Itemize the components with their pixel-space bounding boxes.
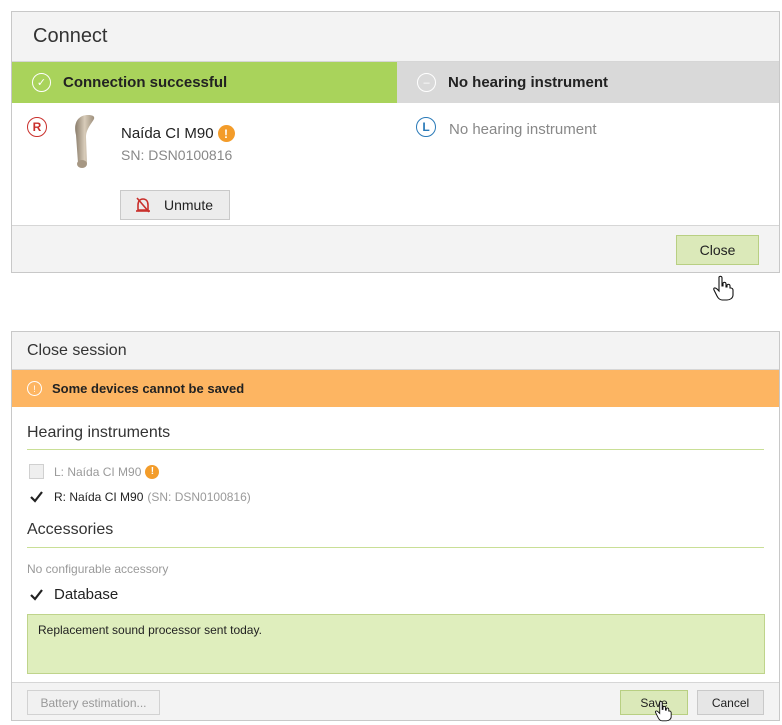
notes-textarea[interactable]: Replacement sound processor sent today. xyxy=(27,614,765,674)
warning-icon: ! xyxy=(27,381,42,396)
session-title: Close session xyxy=(12,332,779,370)
status-no-instrument: – No hearing instrument xyxy=(397,62,779,103)
accessories-empty: No configurable accessory xyxy=(27,562,169,576)
cancel-button[interactable]: Cancel xyxy=(697,690,764,715)
warning-text: Some devices cannot be saved xyxy=(52,381,245,396)
session-footer: Battery estimation... Save Cancel xyxy=(12,682,779,720)
status-left-text: Connection successful xyxy=(63,74,228,91)
close-session-dialog: Close session ! Some devices cannot be s… xyxy=(11,331,780,721)
connect-footer: Close xyxy=(12,225,779,272)
left-device-row: L: Naída CI M90 ! xyxy=(29,464,160,479)
section-divider xyxy=(27,547,764,548)
left-empty-text: No hearing instrument xyxy=(449,121,597,138)
warning-bar: ! Some devices cannot be saved xyxy=(12,370,779,407)
right-device-name: Naída CI M90 ! xyxy=(121,125,235,142)
right-side-icon: R xyxy=(27,117,47,137)
right-device-serial: SN: DSN0100816 xyxy=(121,147,233,163)
database-row: Database xyxy=(29,586,118,603)
checkmark-icon xyxy=(30,491,43,503)
right-device-row: R: Naída CI M90 (SN: DSN0100816) xyxy=(29,489,251,504)
hand-cursor-icon xyxy=(713,275,734,301)
connection-status-bar: ✓ Connection successful – No hearing ins… xyxy=(12,62,779,103)
right-device-checkbox[interactable] xyxy=(29,489,44,504)
unmute-label: Unmute xyxy=(164,197,214,213)
left-device-checkbox[interactable] xyxy=(29,464,44,479)
battery-estimation-button[interactable]: Battery estimation... xyxy=(27,690,160,715)
mute-icon xyxy=(136,197,150,213)
accessories-header: Accessories xyxy=(27,521,114,538)
warning-icon: ! xyxy=(217,125,235,142)
warning-icon: ! xyxy=(145,464,160,479)
right-device-label: R: Naída CI M90 xyxy=(54,489,144,504)
close-button[interactable]: Close xyxy=(676,235,759,265)
database-label: Database xyxy=(54,586,119,603)
database-checkbox[interactable] xyxy=(29,587,44,602)
minus-circle-icon: – xyxy=(417,73,436,92)
section-divider xyxy=(27,449,764,450)
status-connection-successful: ✓ Connection successful xyxy=(12,62,397,103)
right-device-serial: (SN: DSN0100816) xyxy=(147,489,251,504)
left-device-label: L: Naída CI M90 xyxy=(54,464,142,479)
hearing-instruments-header: Hearing instruments xyxy=(27,424,171,441)
check-circle-icon: ✓ xyxy=(32,73,51,92)
connect-dialog: Connect ✓ Connection successful – No hea… xyxy=(11,11,780,273)
connect-title: Connect xyxy=(12,12,779,62)
unmute-button[interactable]: Unmute xyxy=(120,190,230,220)
hearing-instrument-icon xyxy=(75,115,95,168)
save-button[interactable]: Save xyxy=(620,690,688,715)
checkmark-icon xyxy=(30,589,43,601)
device-area: R Naída CI M90 ! SN: DSN0100816 Unmute L… xyxy=(12,103,779,226)
left-side-icon: L xyxy=(416,117,436,137)
status-right-text: No hearing instrument xyxy=(448,74,609,91)
